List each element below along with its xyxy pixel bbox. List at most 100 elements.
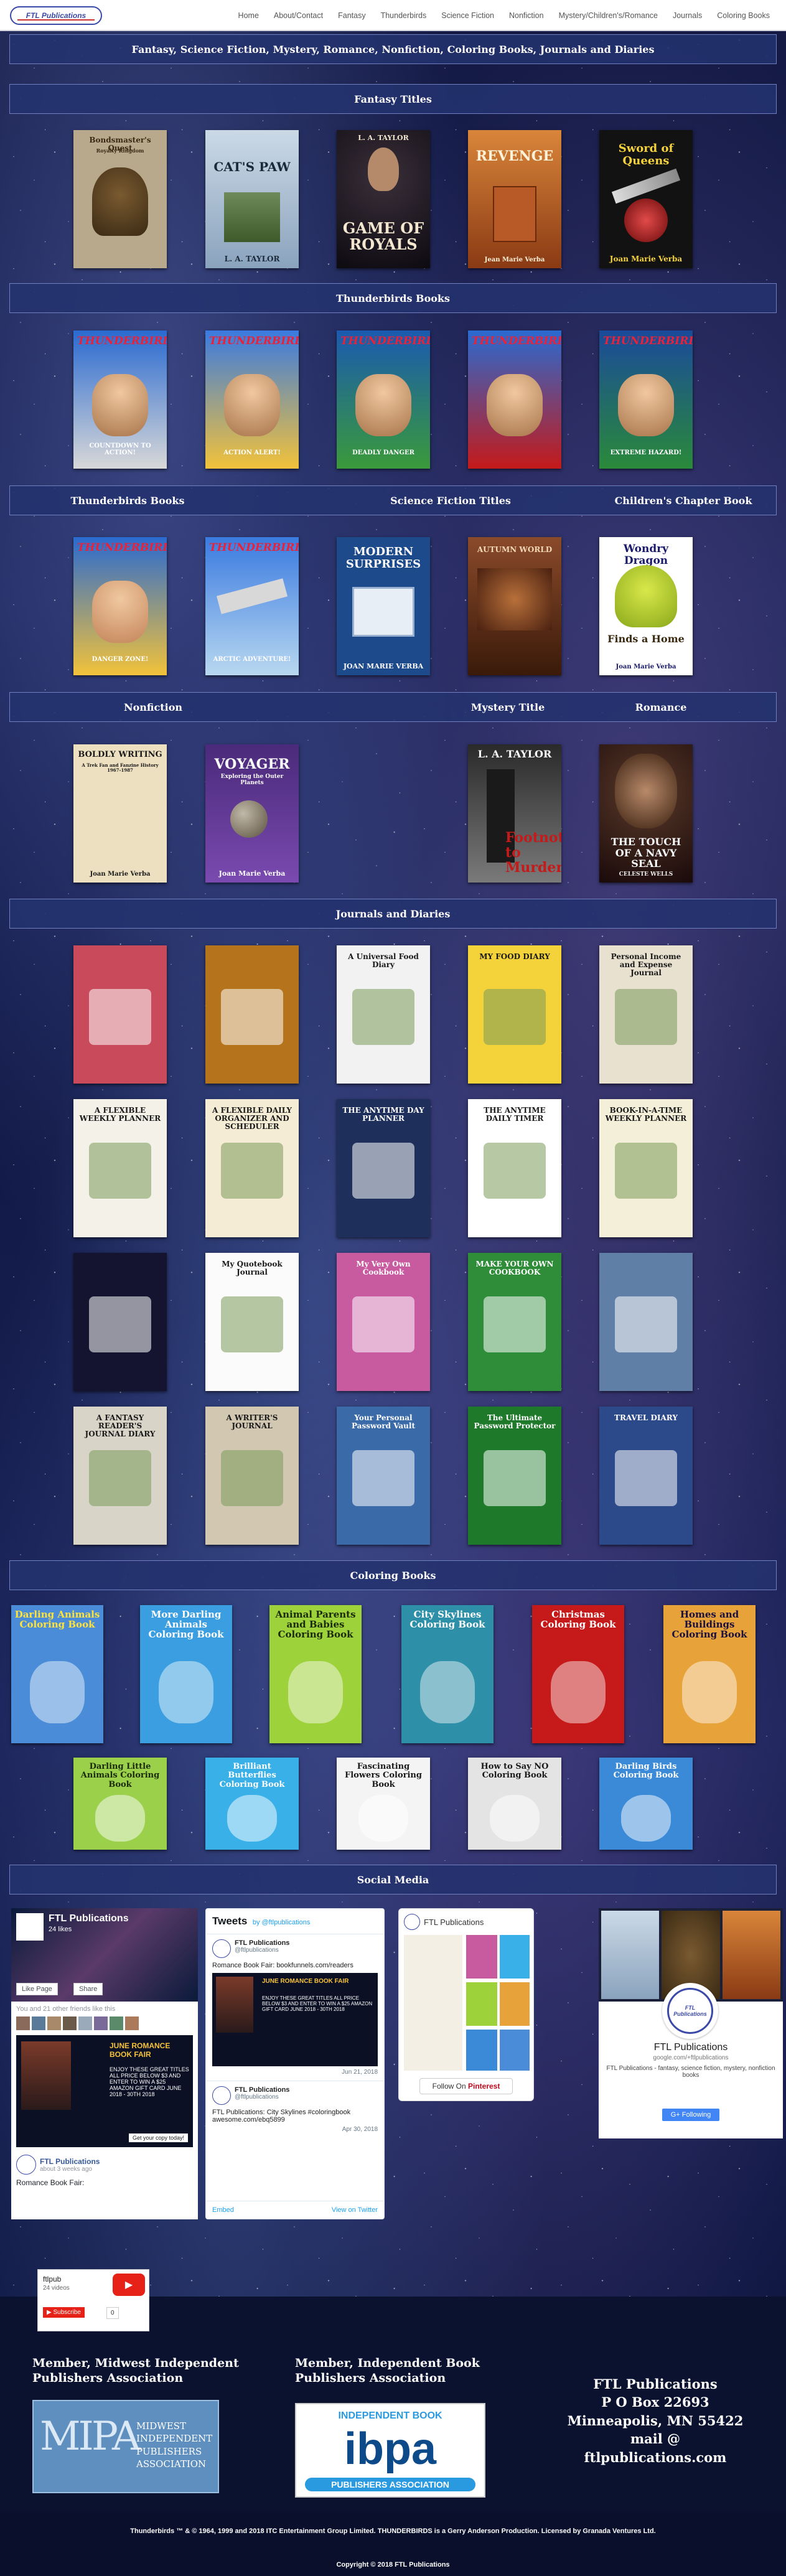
journal-cover[interactable]: My Quotebook Journal bbox=[205, 1253, 299, 1391]
coloring-book-cover[interactable]: Fascinating Flowers Coloring Book bbox=[337, 1758, 430, 1850]
youtube-widget[interactable]: ftlpub 24 videos ▶ Subscribe 0 ▶ bbox=[37, 2269, 149, 2331]
coloring-book-cover[interactable]: More Darling Animals Coloring Book bbox=[140, 1605, 232, 1743]
coloring-book-cover[interactable]: Brilliant Butterflies Coloring Book bbox=[205, 1758, 299, 1850]
coloring-book-cover[interactable]: How to Say NO Coloring Book bbox=[468, 1758, 561, 1850]
journal-cover[interactable] bbox=[73, 1253, 167, 1391]
book-cover[interactable]: Bondsmaster's Quest Royalty Kingdom bbox=[73, 130, 167, 268]
coloring-book-title: Brilliant Butterflies Coloring Book bbox=[219, 1762, 285, 1789]
facebook-widget[interactable]: FTL Publications 24 likes Like Page Shar… bbox=[11, 1908, 198, 2219]
coloring-book-cover[interactable]: Animal Parents and Babies Coloring Book bbox=[269, 1605, 362, 1743]
section-nonfiction-mystery-romance: Nonfiction Mystery Title Romance bbox=[9, 692, 777, 722]
book-cover[interactable]: THUNDERBIRDS DEADLY DANGER bbox=[337, 330, 430, 469]
book-cover[interactable]: THE TOUCH OF A NAVY SEAL CELESTE WELLS bbox=[599, 744, 693, 883]
facebook-promo-cta[interactable]: Get your copy today! bbox=[128, 2133, 188, 2142]
facebook-share-button[interactable]: Share bbox=[73, 1983, 103, 1995]
book-cover[interactable]: REVENGE Jean Marie Verba bbox=[468, 130, 561, 268]
journal-cover[interactable]: A Universal Food Diary bbox=[337, 945, 430, 1084]
book-author: L. A. TAYLOR bbox=[477, 748, 552, 760]
address-line: FTL Publications bbox=[593, 2376, 718, 2392]
journal-cover[interactable]: THE ANYTIME DAY PLANNER bbox=[337, 1099, 430, 1237]
coloring-book-cover[interactable]: City Skylines Coloring Book bbox=[401, 1605, 494, 1743]
journal-cover[interactable]: The Ultimate Password Protector bbox=[468, 1407, 561, 1545]
book-cover[interactable]: L. A. TAYLOR GAME OF ROYALS bbox=[337, 130, 430, 268]
google-plus-follow-button[interactable]: G+ Following bbox=[662, 2109, 719, 2121]
coloring-book-cover[interactable]: Homes and Buildings Coloring Book bbox=[663, 1605, 756, 1743]
mipa-logo[interactable]: MIPA MIDWEST INDEPENDENT PUBLISHERS ASSO… bbox=[32, 2400, 219, 2493]
tweet-name[interactable]: FTL Publications bbox=[235, 2086, 289, 2094]
journal-cover[interactable] bbox=[73, 945, 167, 1084]
ibpa-logo[interactable]: INDEPENDENT BOOK ibpa PUBLISHERS ASSOCIA… bbox=[295, 2403, 485, 2498]
book-cover[interactable]: AUTUMN WORLD bbox=[468, 537, 561, 675]
youtube-channel-name[interactable]: ftlpub bbox=[43, 2275, 61, 2283]
pinterest-follow-button[interactable]: Follow On Pinterest bbox=[419, 2078, 513, 2094]
journal-cover[interactable] bbox=[205, 945, 299, 1084]
book-cover[interactable]: BOLDLY WRITING A Trek Fan and Fanzine Hi… bbox=[73, 744, 167, 883]
journal-cover[interactable]: A WRITER'S JOURNAL bbox=[205, 1407, 299, 1545]
book-cover[interactable]: Wondry Dragon Finds a Home Joan Marie Ve… bbox=[599, 537, 693, 675]
book-cover[interactable]: VOYAGER Exploring the Outer Planets Joan… bbox=[205, 744, 299, 883]
journal-cover[interactable]: Your Personal Password Vault bbox=[337, 1407, 430, 1545]
facebook-like-button[interactable]: Like Page bbox=[16, 1983, 58, 1995]
address-email[interactable]: mail @ ftlpublications.com bbox=[560, 2430, 751, 2466]
coloring-book-cover[interactable]: Darling Little Animals Coloring Book bbox=[73, 1758, 167, 1850]
twitter-embed-link[interactable]: Embed bbox=[212, 2206, 234, 2214]
nav-fantasy[interactable]: Fantasy bbox=[330, 11, 373, 20]
journal-cover[interactable]: A FLEXIBLE WEEKLY PLANNER bbox=[73, 1099, 167, 1237]
nav-science-fiction[interactable]: Science Fiction bbox=[434, 11, 502, 20]
facebook-promo-image[interactable]: JUNE ROMANCE BOOK FAIR ENJOY THESE GREAT… bbox=[16, 2035, 193, 2147]
tweet-date[interactable]: Apr 30, 2018 bbox=[212, 2126, 378, 2133]
section-title: Mystery Title bbox=[470, 701, 545, 713]
journal-cover[interactable]: A FLEXIBLE DAILY ORGANIZER AND SCHEDULER bbox=[205, 1099, 299, 1237]
nav-mystery-childrens-romance[interactable]: Mystery/Children's/Romance bbox=[551, 11, 665, 20]
nav-home[interactable]: Home bbox=[231, 11, 266, 20]
twitter-by[interactable]: by @ftlpublications bbox=[253, 1919, 311, 1926]
nav-journals[interactable]: Journals bbox=[665, 11, 709, 20]
coloring-book-cover[interactable]: Darling Animals Coloring Book bbox=[11, 1605, 103, 1743]
tweet-handle[interactable]: @ftlpublications bbox=[235, 1947, 289, 1954]
journal-cover[interactable]: A FANTASY READER'S JOURNAL DIARY bbox=[73, 1407, 167, 1545]
tweet-handle[interactable]: @ftlpublications bbox=[235, 2094, 289, 2101]
pinterest-name[interactable]: FTL Publications bbox=[424, 1918, 484, 1927]
book-subtitle: A Trek Fan and Fanzine History 1967-1987 bbox=[82, 762, 159, 773]
facebook-post-author[interactable]: FTL Publications bbox=[40, 2157, 100, 2166]
book-cover[interactable]: THUNDERBIRDS ACTION ALERT! bbox=[205, 330, 299, 469]
book-cover[interactable]: THUNDERBIRDS bbox=[468, 330, 561, 469]
google-plus-name[interactable]: FTL Publications bbox=[599, 2042, 783, 2053]
book-cover[interactable]: L. A. TAYLOR Footnote to Murder bbox=[468, 744, 561, 883]
tweet-date[interactable]: Jun 21, 2018 bbox=[212, 2069, 378, 2076]
book-subtitle: DANGER ZONE! bbox=[91, 656, 149, 663]
youtube-subscribe-button[interactable]: ▶ Subscribe bbox=[43, 2307, 85, 2318]
pinterest-widget[interactable]: FTL Publications Follow On Pinterest bbox=[398, 1908, 534, 2101]
facebook-friends-text: You and 21 other friends like this bbox=[16, 2005, 116, 2013]
tweet-name[interactable]: FTL Publications bbox=[235, 1939, 289, 1947]
twitter-widget[interactable]: Tweets by @ftlpublications FTL Publicati… bbox=[205, 1908, 385, 2219]
tweet-image[interactable]: JUNE ROMANCE BOOK FAIR ENJOY THESE GREAT… bbox=[212, 1973, 378, 2066]
facebook-page-name[interactable]: FTL Publications bbox=[49, 1913, 129, 1924]
coloring-book-cover[interactable]: Darling Birds Coloring Book bbox=[599, 1758, 693, 1850]
site-logo[interactable]: FTL Publications bbox=[10, 6, 102, 25]
nav-about[interactable]: About/Contact bbox=[266, 11, 330, 20]
book-cover[interactable]: MODERN SURPRISES JOAN MARIE VERBA bbox=[337, 537, 430, 675]
journal-cover[interactable] bbox=[599, 1253, 693, 1391]
journal-cover[interactable]: MAKE YOUR OWN COOKBOOK bbox=[468, 1253, 561, 1391]
google-plus-url[interactable]: google.com/+ftlpublications bbox=[599, 2054, 783, 2061]
journal-cover[interactable]: Personal Income and Expense Journal bbox=[599, 945, 693, 1084]
nav-coloring-books[interactable]: Coloring Books bbox=[709, 11, 777, 20]
journal-cover[interactable]: BOOK-IN-A-TIME WEEKLY PLANNER bbox=[599, 1099, 693, 1237]
journal-cover[interactable]: TRAVEL DIARY bbox=[599, 1407, 693, 1545]
book-cover[interactable]: Sword of Queens Joan Marie Verba bbox=[599, 130, 693, 268]
book-cover[interactable]: THUNDERBIRDS ARCTIC ADVENTURE! bbox=[205, 537, 299, 675]
journal-cover[interactable]: THE ANYTIME DAILY TIMER bbox=[468, 1099, 561, 1237]
google-plus-widget[interactable]: FTL Publications FTL Publications google… bbox=[599, 1908, 783, 2138]
book-cover[interactable]: THUNDERBIRDS COUNTDOWN TO ACTION! bbox=[73, 330, 167, 469]
twitter-view-link[interactable]: View on Twitter bbox=[332, 2206, 378, 2214]
book-cover[interactable]: THUNDERBIRDS EXTREME HAZARD! bbox=[599, 330, 693, 469]
section-journals: Journals and Diaries bbox=[9, 899, 777, 929]
nav-nonfiction[interactable]: Nonfiction bbox=[502, 11, 551, 20]
journal-cover[interactable]: My Very Own Cookbook bbox=[337, 1253, 430, 1391]
book-cover[interactable]: CAT'S PAW L. A. TAYLOR bbox=[205, 130, 299, 268]
journal-cover[interactable]: MY FOOD DIARY bbox=[468, 945, 561, 1084]
nav-thunderbirds[interactable]: Thunderbirds bbox=[373, 11, 434, 20]
book-cover[interactable]: THUNDERBIRDS DANGER ZONE! bbox=[73, 537, 167, 675]
coloring-book-cover[interactable]: Christmas Coloring Book bbox=[532, 1605, 624, 1743]
